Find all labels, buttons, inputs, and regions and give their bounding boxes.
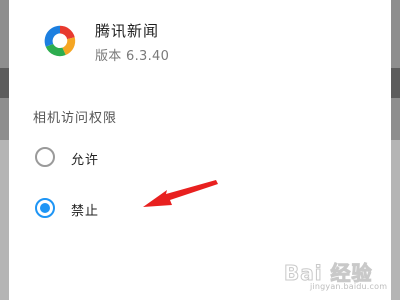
screen: 腾讯新闻 版本 6.3.40 相机访问权限 允许 禁止 Bai 经验 jingy… (0, 0, 400, 300)
background-edge-left (0, 0, 9, 300)
option-allow[interactable]: 允许 (33, 145, 233, 173)
deny-radio[interactable] (35, 198, 55, 218)
allow-radio[interactable] (35, 147, 55, 167)
background-edge-right (391, 0, 400, 300)
allow-label: 允许 (71, 153, 100, 168)
deny-label: 禁止 (71, 204, 100, 219)
permission-dialog: 腾讯新闻 版本 6.3.40 相机访问权限 允许 禁止 (9, 0, 391, 300)
app-name: 腾讯新闻 (95, 22, 160, 40)
tencent-news-logo-icon (44, 25, 76, 57)
camera-permission-title: 相机访问权限 (33, 111, 118, 126)
app-version: 版本 6.3.40 (95, 49, 170, 64)
option-deny[interactable]: 禁止 (33, 196, 233, 224)
